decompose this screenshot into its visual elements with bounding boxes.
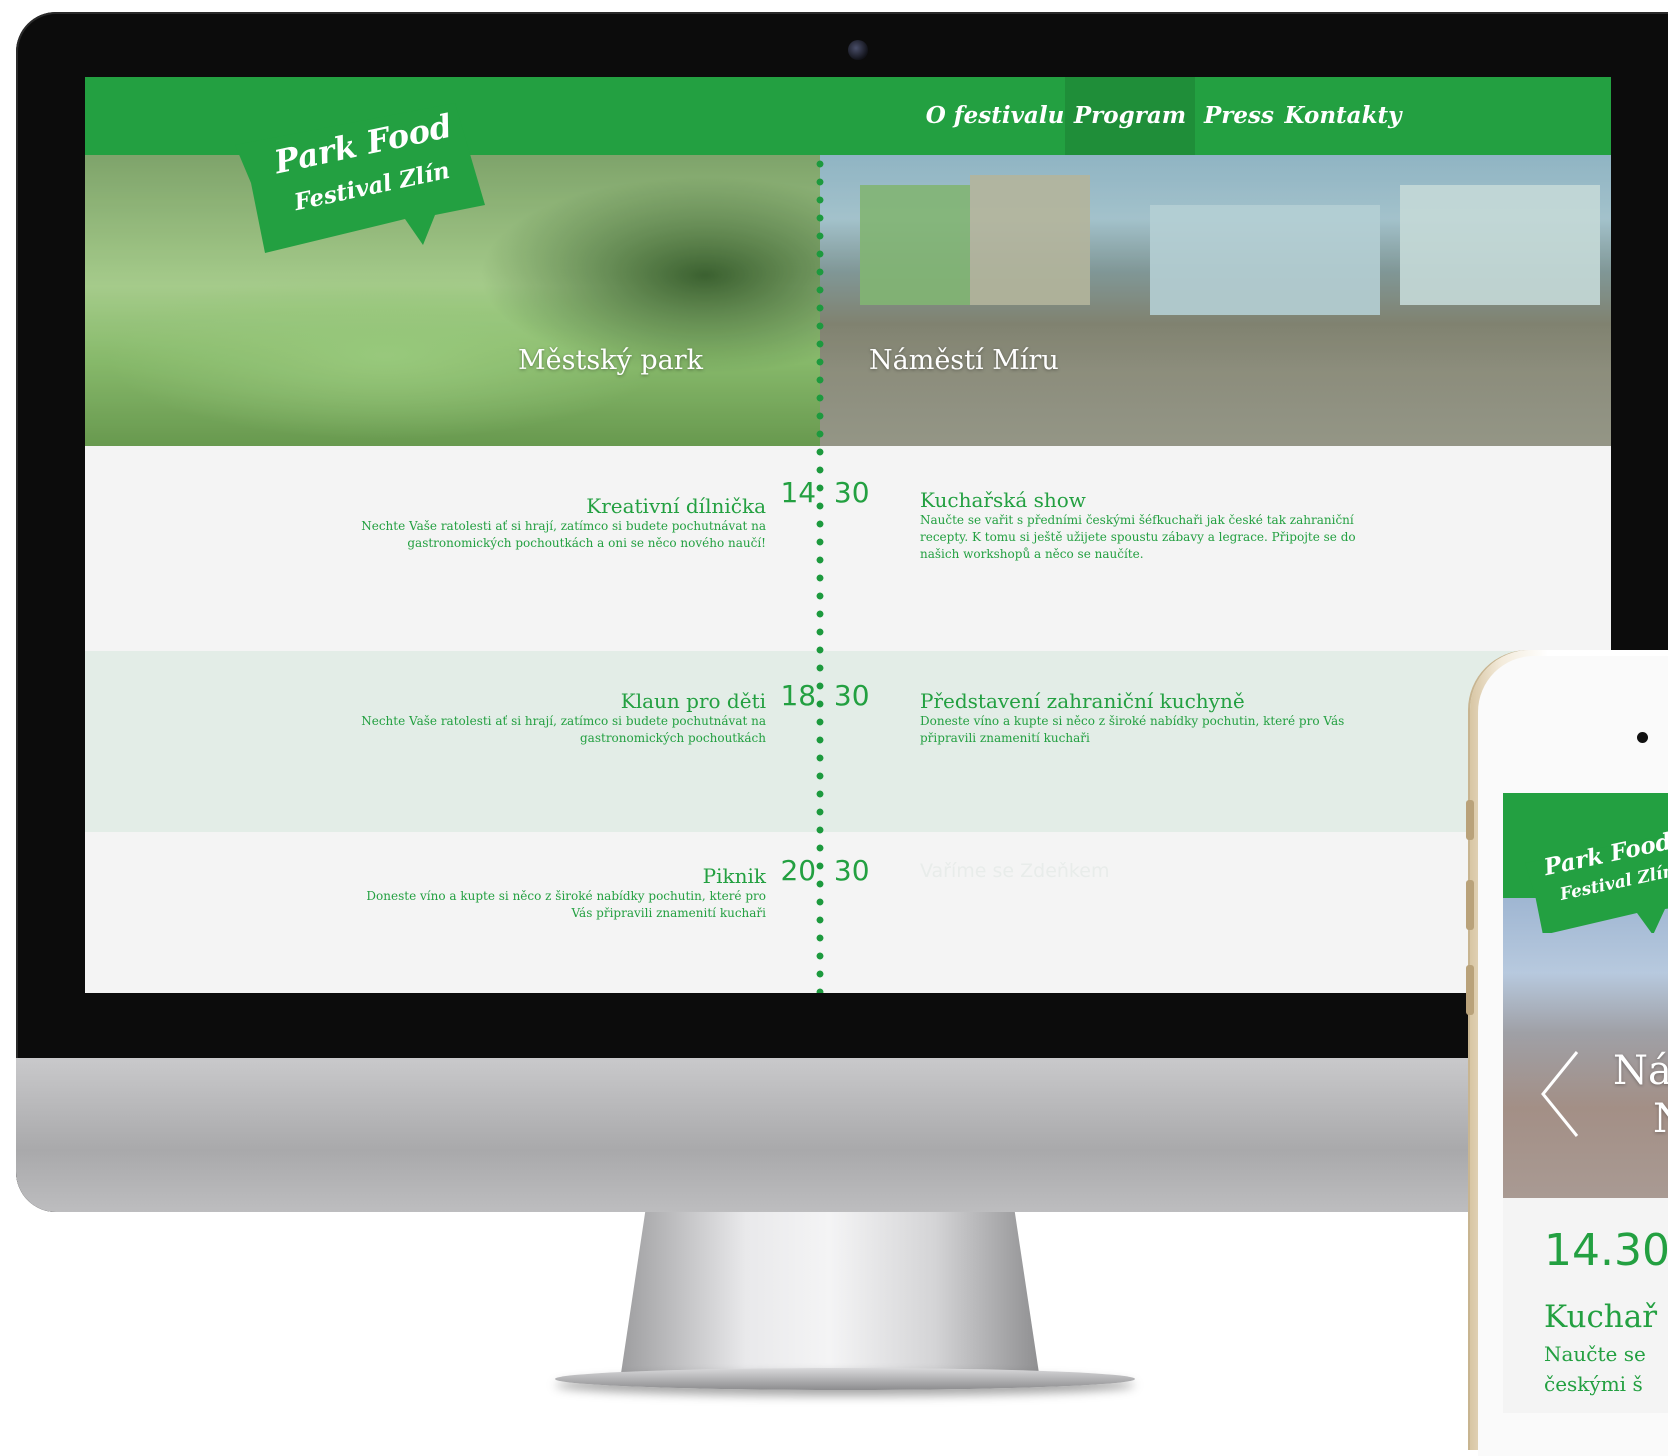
right-event-title: Kuchařská show [920, 488, 1086, 512]
left-event: Klaun pro děti Nechte Vaše ratolesti ať … [346, 689, 766, 747]
time-label: 14 30 [775, 476, 875, 509]
venue-title-right: Náměstí Míru [869, 345, 1059, 376]
right-event-title: Představení zahraniční kuchyně [920, 689, 1245, 713]
timeline-dotted-line [816, 155, 824, 993]
left-event-desc: Doneste víno a kupte si něco z široké na… [366, 889, 766, 920]
monitor-stand-base [555, 1368, 1135, 1390]
left-event-desc: Nechte Vaše ratolesti ať si hrají, zatím… [361, 519, 766, 550]
mobile-hero-image: Ná N [1503, 898, 1668, 1198]
mobile-desc-line-2: českými š [1544, 1372, 1643, 1396]
nav-program[interactable]: Program [1065, 77, 1195, 155]
left-event-title: Klaun pro děti [620, 689, 766, 713]
time-label: 20 30 [775, 854, 875, 887]
time-hour: 14 [780, 476, 817, 509]
nav-kontakty[interactable]: Kontakty [1283, 77, 1403, 155]
right-event: Představení zahraniční kuchyně Doneste v… [920, 689, 1390, 747]
schedule-row: Klaun pro děti Nechte Vaše ratolesti ať … [85, 651, 1611, 832]
left-event-desc: Nechte Vaše ratolesti ať si hrají, zatím… [361, 714, 766, 745]
venue-title-left: Městský park [518, 345, 704, 376]
time-min: 30 [833, 679, 870, 712]
mobile-desc-line-1: Naučte se [1544, 1342, 1646, 1366]
schedule-row: Piknik Doneste víno a kupte si něco z ši… [85, 832, 1611, 993]
left-event-title: Kreativní dílnička [586, 494, 766, 518]
left-event-title: Piknik [702, 864, 766, 888]
monitor-chin [16, 1058, 1668, 1212]
time-min: 30 [833, 476, 870, 509]
phone-camera-icon [1637, 732, 1648, 743]
webcam-icon [848, 40, 868, 60]
right-event-title: Vaříme se Zdeňkem [920, 860, 1110, 882]
time-label: 18 30 [775, 679, 875, 712]
mobile-website: Ná N Park Food Festival Zlín 14.30 Kucha… [1503, 793, 1668, 1413]
phone-volume-up-button [1466, 880, 1474, 930]
time-hour: 18 [780, 679, 817, 712]
monitor-stand [620, 1212, 1040, 1380]
left-event: Kreativní dílnička Nechte Vaše ratolesti… [346, 494, 766, 552]
right-event-desc: Doneste víno a kupte si něco z široké na… [920, 714, 1345, 745]
mobile-hero-title-1: Ná [1613, 1048, 1668, 1094]
time-min: 30 [833, 854, 870, 887]
phone-mute-button [1466, 800, 1474, 840]
right-event: Kuchařská show Naučte se vařit s předním… [920, 488, 1390, 563]
mobile-hero-title-2: N [1653, 1096, 1668, 1142]
phone-volume-down-button [1466, 965, 1474, 1015]
nav-o-festivalu[interactable]: O festivalu [925, 77, 1065, 155]
time-hour: 20 [780, 854, 817, 887]
mobile-event-desc: Naučte se českými š [1544, 1339, 1668, 1399]
schedule-row: Kreativní dílnička Nechte Vaše ratolesti… [85, 446, 1611, 651]
festival-logo[interactable]: Park Food Festival Zlín [235, 95, 485, 255]
left-event: Piknik Doneste víno a kupte si něco z ši… [346, 864, 766, 922]
nav-press[interactable]: Press [1195, 77, 1283, 155]
desktop-website: Městský park Náměstí Míru O festivalu Pr… [85, 77, 1611, 993]
mobile-event-title: Kuchař [1544, 1299, 1658, 1335]
right-event-desc: Naučte se vařit s předními českými šéfku… [920, 513, 1356, 561]
chevron-left-icon[interactable] [1537, 1048, 1581, 1140]
mobile-time: 14.30 [1544, 1225, 1668, 1276]
